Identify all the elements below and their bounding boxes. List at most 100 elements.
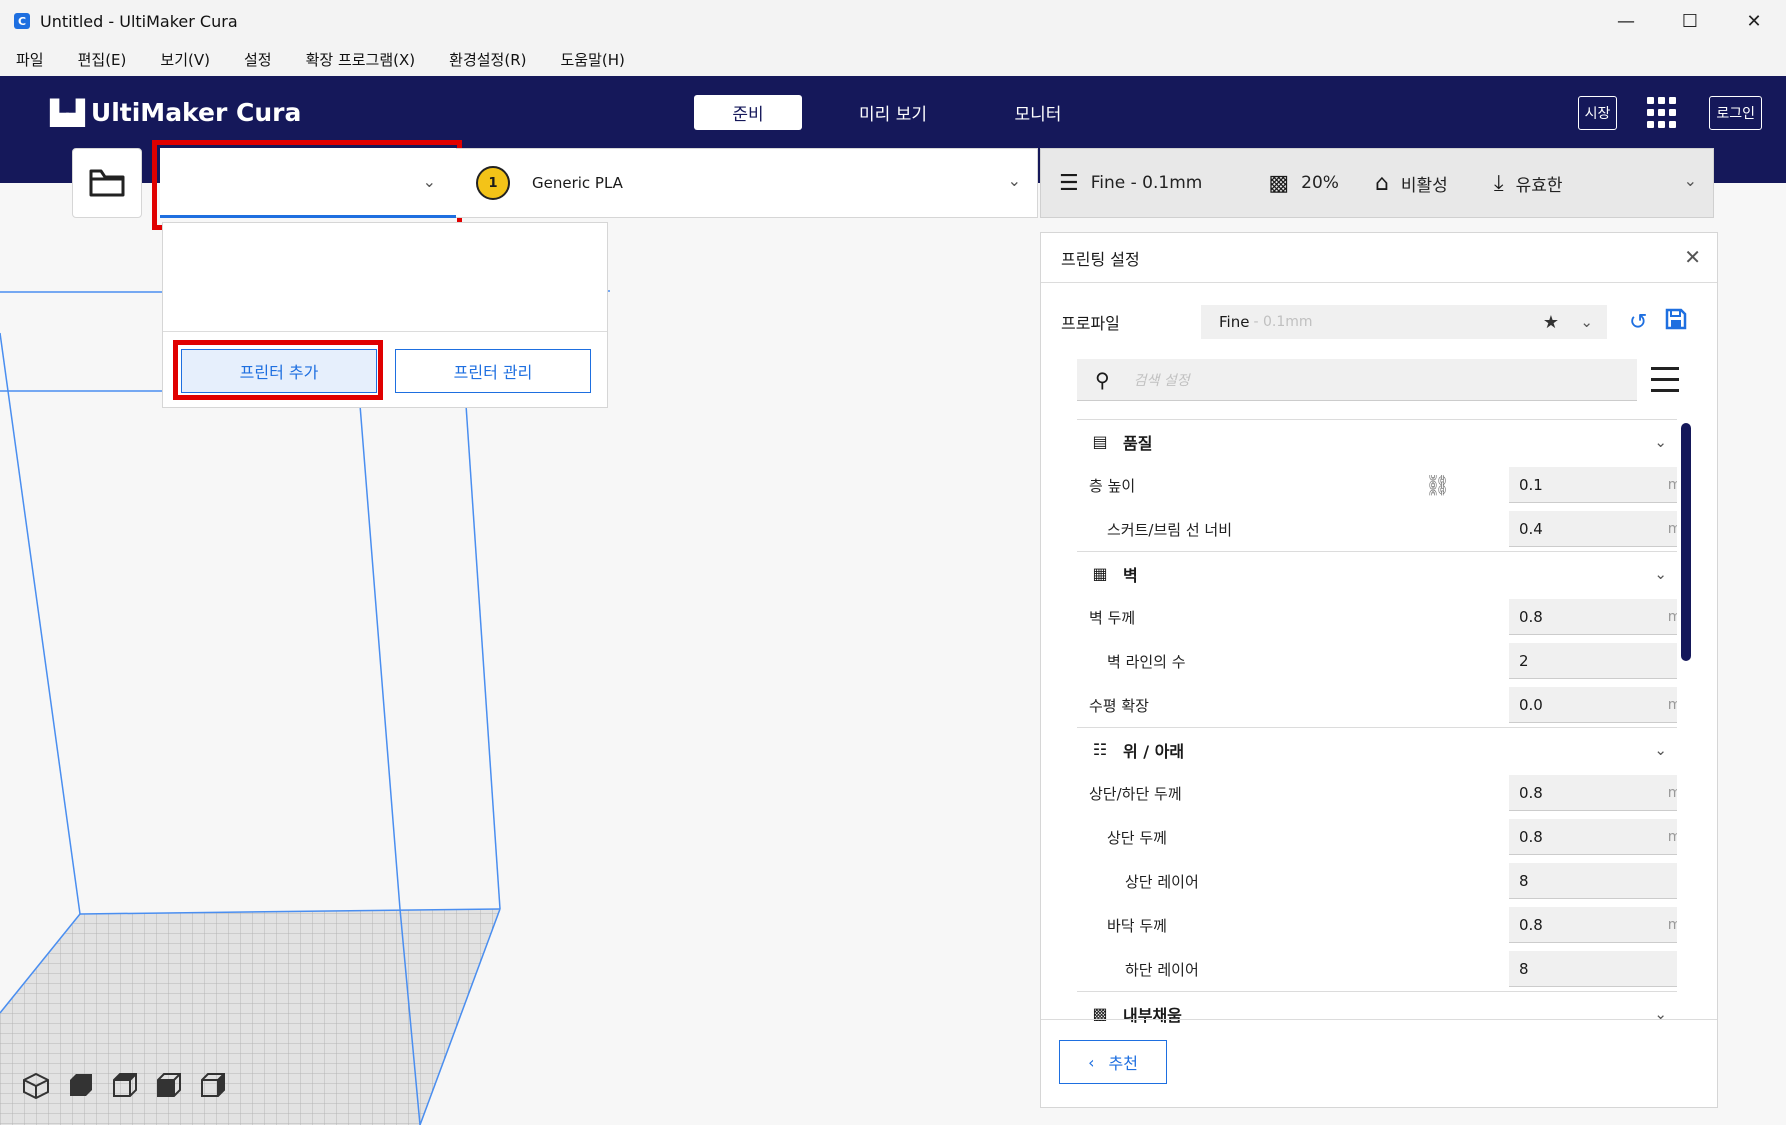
minimize-button[interactable]: — bbox=[1594, 0, 1658, 42]
cura-app-icon: C bbox=[14, 13, 30, 29]
tab-prepare[interactable]: 준비 bbox=[694, 95, 802, 130]
header-actions: 시장 로그인 bbox=[1577, 96, 1762, 130]
setting-value: 0.8 bbox=[1519, 827, 1543, 846]
setting-input[interactable]: 0.1 mm bbox=[1509, 467, 1677, 503]
menu-settings[interactable]: 설정 bbox=[244, 49, 272, 70]
tab-monitor[interactable]: 모니터 bbox=[984, 95, 1092, 130]
profile-selector[interactable]: Fine - 0.1mm ★ ⌄ bbox=[1201, 305, 1607, 339]
setting-value: 8 bbox=[1519, 871, 1529, 890]
setting-row: 하단 레이어 8 bbox=[1077, 947, 1677, 991]
setting-row: 상단 레이어 8 bbox=[1077, 859, 1677, 903]
settings-scrollbar[interactable] bbox=[1681, 423, 1691, 661]
category-walls[interactable]: ▦ 벽 ⌄ bbox=[1077, 551, 1677, 595]
apps-grid-icon[interactable] bbox=[1647, 97, 1679, 129]
view-3d-icon[interactable] bbox=[20, 1070, 52, 1102]
setting-unit: mm bbox=[1667, 476, 1677, 493]
setting-row: 층 높이 ⛓ 0.1 mm bbox=[1077, 463, 1677, 507]
setting-label: 벽 라인의 수 bbox=[1107, 652, 1186, 671]
view-front-icon[interactable] bbox=[64, 1070, 96, 1102]
reset-icon[interactable]: ↺ bbox=[1629, 310, 1647, 335]
settings-visibility-menu-icon[interactable] bbox=[1651, 367, 1679, 400]
print-setup-summary[interactable]: ☰ Fine - 0.1mm ▩ 20% ⌂ 비활성 ⤓ 유효한 ⌄ bbox=[1040, 148, 1714, 218]
close-window-button[interactable]: ✕ bbox=[1722, 0, 1786, 42]
setting-input[interactable]: 2 bbox=[1509, 643, 1677, 679]
view-left-icon[interactable] bbox=[152, 1070, 184, 1102]
setting-row: 벽 라인의 수 2 bbox=[1077, 639, 1677, 683]
setting-input[interactable]: 0.8 mm bbox=[1509, 599, 1677, 635]
printer-selector[interactable]: ⌄ bbox=[160, 148, 456, 218]
printer-dropdown-popup: 프린터 추가 프린터 관리 bbox=[162, 222, 608, 408]
setting-input[interactable]: 8 bbox=[1509, 951, 1677, 987]
popup-divider bbox=[163, 331, 607, 332]
adhesion-summary-text: 유효한 bbox=[1515, 175, 1563, 196]
adhesion-summary: ⤓ 유효한 bbox=[1494, 171, 1563, 196]
material-selector[interactable]: 1 Generic PLA ⌄ bbox=[456, 148, 1038, 218]
profile-label: 프로파일 bbox=[1061, 314, 1120, 333]
setting-input[interactable]: 8 bbox=[1509, 863, 1677, 899]
chevron-down-icon: ⌄ bbox=[1654, 740, 1667, 759]
setting-input[interactable]: 0.0 mm bbox=[1509, 687, 1677, 723]
category-quality[interactable]: ▤ 품질 ⌄ bbox=[1077, 419, 1677, 463]
profile-name: Fine bbox=[1219, 313, 1250, 331]
setting-unit: mm bbox=[1667, 828, 1677, 845]
adhesion-icon: ⤓ bbox=[1493, 170, 1504, 196]
menu-preferences[interactable]: 환경설정(R) bbox=[449, 49, 526, 70]
setting-value: 0.8 bbox=[1519, 607, 1543, 626]
setting-unit: mm bbox=[1667, 608, 1677, 625]
setting-label: 바닥 두께 bbox=[1107, 916, 1167, 935]
setting-value: 0.1 bbox=[1519, 475, 1543, 494]
title-bar: C Untitled - UltiMaker Cura — ☐ ✕ bbox=[0, 0, 1786, 42]
setting-unit: mm bbox=[1667, 784, 1677, 801]
menu-file[interactable]: 파일 bbox=[16, 49, 44, 70]
setting-value: 0.8 bbox=[1519, 783, 1543, 802]
material-name: Generic PLA bbox=[532, 174, 623, 192]
setting-value: 8 bbox=[1519, 959, 1529, 978]
setting-unit: mm bbox=[1667, 520, 1677, 537]
walls-icon: ▦ bbox=[1092, 564, 1108, 583]
tab-preview[interactable]: 미리 보기 bbox=[839, 95, 947, 130]
maximize-button[interactable]: ☐ bbox=[1658, 0, 1722, 42]
setting-input[interactable]: 0.8 mm bbox=[1509, 907, 1677, 943]
setting-input[interactable]: 0.8 mm bbox=[1509, 819, 1677, 855]
panel-title: 프린팅 설정 bbox=[1061, 249, 1140, 269]
link-icon[interactable]: ⛓ bbox=[1425, 473, 1450, 497]
view-top-icon[interactable] bbox=[108, 1070, 140, 1102]
window-title: Untitled - UltiMaker Cura bbox=[40, 11, 238, 31]
open-file-button[interactable] bbox=[72, 148, 142, 218]
top-bottom-icon: ☷ bbox=[1092, 740, 1108, 759]
sliders-icon: ☰ bbox=[1059, 170, 1079, 196]
marketplace-button[interactable]: 시장 bbox=[1577, 96, 1618, 130]
star-icon[interactable]: ★ bbox=[1543, 312, 1559, 333]
window-controls: — ☐ ✕ bbox=[1594, 0, 1786, 42]
panel-footer: ‹ 추천 bbox=[1041, 1019, 1717, 1109]
settings-search[interactable]: ⚲ 검색 설정 bbox=[1077, 359, 1637, 401]
category-label: 벽 bbox=[1123, 565, 1138, 585]
infill-summary: ▩ 20% bbox=[1268, 171, 1339, 196]
menu-extensions[interactable]: 확장 프로그램(X) bbox=[306, 49, 416, 70]
quality-icon: ▤ bbox=[1092, 432, 1108, 451]
setting-row: 상단/하단 두께 0.8 mm bbox=[1077, 771, 1677, 815]
setting-label: 수평 확장 bbox=[1089, 696, 1149, 715]
category-label: 위 / 아래 bbox=[1123, 741, 1185, 761]
setting-row: 스커트/브림 선 너비 0.4 mm bbox=[1077, 507, 1677, 551]
menu-bar: 파일 편집(E) 보기(V) 설정 확장 프로그램(X) 환경설정(R) 도움말… bbox=[0, 42, 1786, 76]
menu-edit[interactable]: 편집(E) bbox=[78, 49, 127, 70]
menu-view[interactable]: 보기(V) bbox=[160, 49, 210, 70]
chevron-down-icon: ⌄ bbox=[1007, 171, 1021, 190]
search-placeholder: 검색 설정 bbox=[1133, 372, 1190, 389]
setting-input[interactable]: 0.4 mm bbox=[1509, 511, 1677, 547]
menu-help[interactable]: 도움말(H) bbox=[560, 49, 624, 70]
add-printer-button[interactable]: 프린터 추가 bbox=[181, 349, 377, 393]
login-button[interactable]: 로그인 bbox=[1709, 96, 1762, 130]
save-icon[interactable] bbox=[1665, 308, 1687, 336]
view-right-icon[interactable] bbox=[196, 1070, 228, 1102]
category-top-bottom[interactable]: ☷ 위 / 아래 ⌄ bbox=[1077, 727, 1677, 771]
setting-row: 벽 두께 0.8 mm bbox=[1077, 595, 1677, 639]
setting-value: 0.4 bbox=[1519, 519, 1543, 538]
close-icon[interactable]: ✕ bbox=[1684, 245, 1701, 269]
setting-input[interactable]: 0.8 mm bbox=[1509, 775, 1677, 811]
setting-label: 상단 레이어 bbox=[1125, 872, 1199, 891]
setting-label: 벽 두께 bbox=[1089, 608, 1136, 627]
manage-printers-button[interactable]: 프린터 관리 bbox=[395, 349, 591, 393]
recommended-mode-button[interactable]: ‹ 추천 bbox=[1059, 1040, 1167, 1084]
